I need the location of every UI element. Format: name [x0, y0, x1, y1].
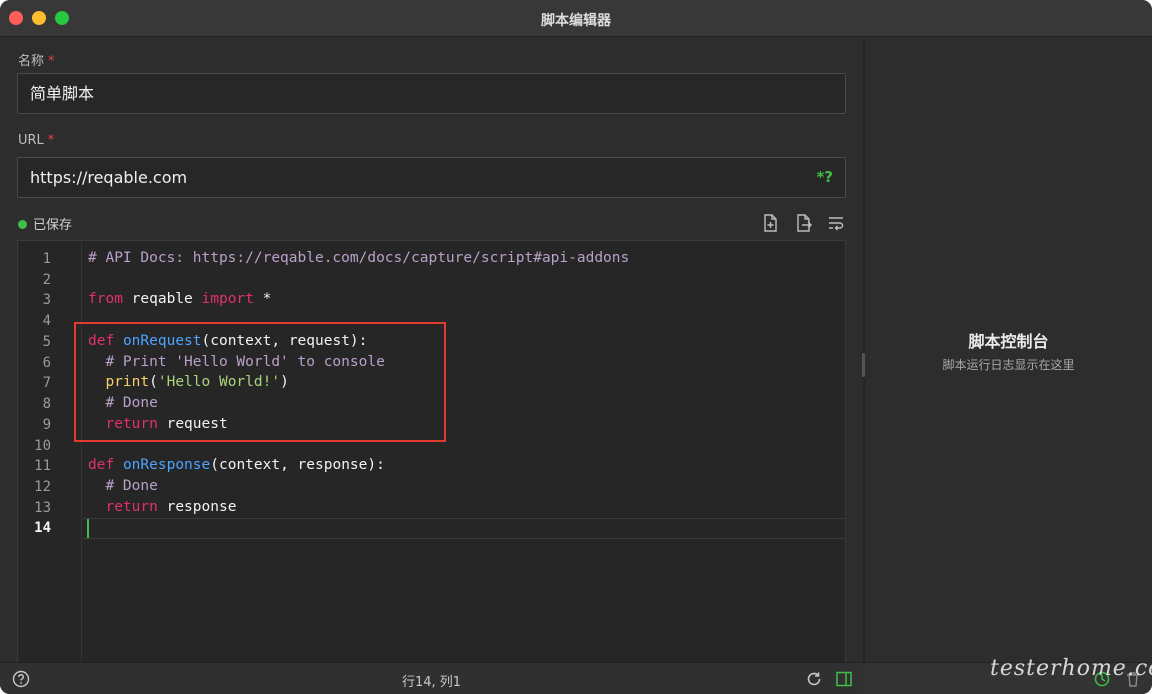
annotation-highlight-box	[74, 322, 446, 442]
script-form-panel: 名称 * 简单脚本 URL * https://reqable.com *? 已保存…	[0, 38, 863, 663]
current-line-highlight	[83, 518, 845, 539]
url-input[interactable]: https://reqable.com *?	[17, 157, 846, 198]
line-number: 2	[42, 272, 51, 288]
cursor-position: 行14, 列1	[401, 675, 462, 690]
title-bar: 脚本编辑器	[0, 0, 1152, 37]
script-console-panel: 脚本控制台 脚本运行日志显示在这里	[865, 38, 1152, 662]
required-mark: *	[48, 54, 55, 69]
name-label: 名称 *	[18, 54, 55, 69]
line-number: 13	[34, 500, 51, 516]
wrap-lines-icon[interactable]	[827, 214, 845, 232]
line-number: 11	[34, 458, 51, 474]
line-number: 1	[42, 251, 51, 267]
line-number: 12	[34, 479, 51, 495]
url-label: URL *	[18, 133, 55, 148]
saved-dot-icon	[18, 220, 27, 229]
name-input[interactable]: 简单脚本	[17, 73, 846, 114]
console-title: 脚本控制台	[968, 332, 1049, 351]
watermark-logo: testerhome.com	[990, 656, 1152, 681]
refresh-icon[interactable]	[805, 670, 823, 688]
line-number: 9	[42, 417, 51, 433]
code-line-3: from reqable import *	[88, 291, 272, 307]
new-file-icon[interactable]	[762, 214, 780, 232]
line-number: 10	[34, 438, 51, 454]
window-title: 脚本编辑器	[541, 13, 611, 29]
line-number: 8	[42, 396, 51, 412]
line-number-active: 14	[34, 520, 51, 536]
text-caret	[87, 519, 89, 538]
regex-toggle-icon[interactable]: *?	[816, 158, 833, 197]
line-number: 3	[42, 292, 51, 308]
code-line-13: return response	[105, 499, 237, 515]
toggle-console-panel-icon[interactable]	[835, 670, 853, 688]
code-line-11: def onResponse(context, response):	[88, 457, 385, 473]
export-file-icon[interactable]	[795, 214, 813, 232]
line-number: 6	[42, 355, 51, 371]
code-line-1: # API Docs: https://reqable.com/docs/cap…	[88, 250, 630, 266]
line-number-gutter: 1 2 3 4 5 6 7 8 9 10 11 12 13 14	[18, 241, 82, 662]
console-subtitle: 脚本运行日志显示在这里	[942, 358, 1075, 372]
line-number: 5	[42, 334, 51, 350]
code-editor[interactable]: 1 2 3 4 5 6 7 8 9 10 11 12 13 14 # API D…	[17, 240, 846, 663]
code-line-12: # Done	[88, 478, 158, 494]
status-bar: 行14, 列1	[0, 662, 1152, 694]
line-number: 4	[42, 313, 51, 329]
line-number: 7	[42, 375, 51, 391]
script-editor-window: 脚本编辑器 名称 * 简单脚本 URL * https://reqable.com …	[0, 0, 1152, 694]
saved-status: 已保存	[18, 214, 72, 233]
required-mark: *	[47, 133, 55, 148]
